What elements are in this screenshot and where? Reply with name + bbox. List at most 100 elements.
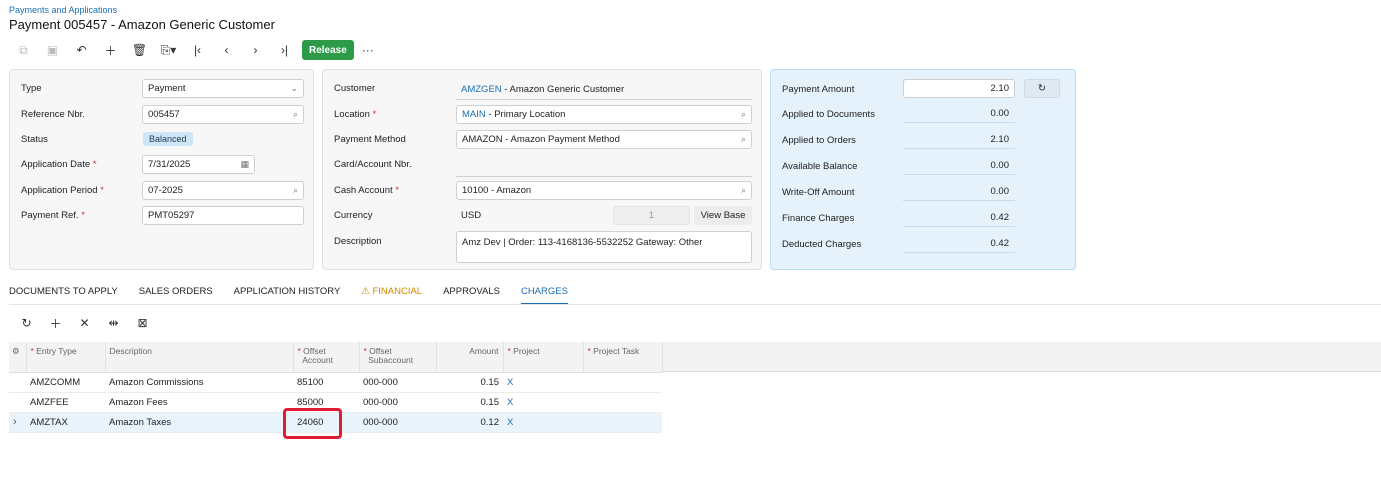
deducted-charges-label: Deducted Charges xyxy=(782,239,862,250)
previous-record-icon[interactable]: ‹ xyxy=(212,40,241,60)
payment-method-field[interactable]: AMAZON - Amazon Payment Method ⌕ xyxy=(456,130,752,149)
project-task-cell[interactable] xyxy=(583,392,662,413)
tab-divider xyxy=(9,304,1381,305)
last-record-icon[interactable]: ›| xyxy=(270,40,299,60)
first-record-icon[interactable]: |‹ xyxy=(183,40,212,60)
copy-icon[interactable]: ⧉ xyxy=(9,40,38,60)
currency-value: USD xyxy=(461,210,482,221)
offset-subaccount-cell[interactable]: 000-000 xyxy=(359,392,436,413)
applied-to-documents-label: Applied to Documents xyxy=(782,109,875,120)
entry-type-cell[interactable]: AMZCOMM xyxy=(26,372,105,393)
column-amount[interactable]: Amount xyxy=(436,342,504,373)
applied-to-orders-label: Applied to Orders xyxy=(782,135,856,146)
more-actions-icon[interactable]: ··· xyxy=(362,43,374,57)
column-project[interactable]: * Project xyxy=(503,342,584,373)
search-icon[interactable]: ⌕ xyxy=(293,109,298,120)
offset-account-cell[interactable]: 85100 xyxy=(293,372,359,393)
card-account-field[interactable] xyxy=(456,176,752,177)
save-icon[interactable]: ▣ xyxy=(38,40,67,60)
view-base-button[interactable]: View Base xyxy=(694,206,752,225)
column-offset-subaccount[interactable]: * Offset Subaccount xyxy=(359,342,437,373)
cash-account-field[interactable]: 10100 - Amazon ⌕ xyxy=(456,181,752,200)
project-cell[interactable]: X xyxy=(503,412,583,433)
fit-columns-icon[interactable]: ⇹ xyxy=(99,314,128,332)
offset-subaccount-cell[interactable]: 000-000 xyxy=(359,412,436,433)
summary-panel-middle: Customer AMZGEN - Amazon Generic Custome… xyxy=(322,69,762,270)
description-cell[interactable]: Amazon Fees xyxy=(105,392,293,413)
grid-toolbar: ↻ ＋ ✕ ⇹ ⊠ xyxy=(12,314,157,332)
column-offset-account[interactable]: * Offset Account xyxy=(293,342,360,373)
delete-row-icon[interactable]: ✕ xyxy=(70,314,99,332)
finance-charges-label: Finance Charges xyxy=(782,213,855,224)
column-project-task[interactable]: * Project Task xyxy=(583,342,663,373)
column-settings-icon[interactable]: ⚙ xyxy=(9,342,27,373)
status-badge: Balanced xyxy=(143,132,193,146)
description-cell[interactable]: Amazon Commissions xyxy=(105,372,293,393)
project-task-cell[interactable] xyxy=(583,412,662,433)
chevron-down-icon: ⌄ xyxy=(290,83,298,93)
location-label: Location xyxy=(334,109,376,120)
application-period-field[interactable]: 07-2025 ⌕ xyxy=(142,181,304,200)
search-icon[interactable]: ⌕ xyxy=(741,185,746,196)
add-row-icon[interactable]: ＋ xyxy=(41,314,70,332)
row-selector-chevron-icon[interactable]: › xyxy=(9,412,26,433)
export-excel-icon[interactable]: ⊠ xyxy=(128,314,157,332)
location-field[interactable]: MAIN - Primary Location ⌕ xyxy=(456,105,752,124)
payment-amount-field[interactable]: 2.10 xyxy=(903,79,1015,98)
offset-subaccount-cell[interactable]: 000-000 xyxy=(359,372,436,393)
description-label: Description xyxy=(334,236,382,247)
tab-sales-orders[interactable]: SALES ORDERS xyxy=(139,286,213,305)
clipboard-icon[interactable]: ⎘▾ xyxy=(154,40,183,60)
tab-financial[interactable]: ⚠ FINANCIAL xyxy=(361,286,422,305)
application-date-label: Application Date xyxy=(21,159,97,170)
status-label: Status xyxy=(21,134,48,145)
available-balance-value: 0.00 xyxy=(903,157,1015,175)
cash-account-label: Cash Account xyxy=(334,185,399,196)
tab-application-history[interactable]: APPLICATION HISTORY xyxy=(234,286,341,305)
customer-value[interactable]: AMZGEN - Amazon Generic Customer xyxy=(461,84,624,95)
search-icon[interactable]: ⌕ xyxy=(741,109,746,120)
breadcrumb[interactable]: Payments and Applications xyxy=(9,5,117,15)
type-label: Type xyxy=(21,83,42,94)
project-cell[interactable]: X xyxy=(503,372,583,393)
amount-cell[interactable]: 0.12 xyxy=(436,412,503,433)
tab-approvals[interactable]: APPROVALS xyxy=(443,286,500,305)
amount-cell[interactable]: 0.15 xyxy=(436,372,503,393)
description-field[interactable]: Amz Dev | Order: 113-4168136-5532252 Gat… xyxy=(456,231,752,263)
add-icon[interactable]: ＋ xyxy=(96,40,125,60)
warning-icon: ⚠ xyxy=(361,286,373,297)
reference-nbr-field[interactable]: 005457 ⌕ xyxy=(142,105,304,124)
search-icon[interactable]: ⌕ xyxy=(293,185,298,196)
delete-icon[interactable]: 🗑 xyxy=(125,40,154,60)
amount-cell[interactable]: 0.15 xyxy=(436,392,503,413)
page-title: Payment 005457 - Amazon Generic Customer xyxy=(9,17,275,32)
payment-method-label: Payment Method xyxy=(334,134,406,145)
column-description[interactable]: Description xyxy=(105,342,294,373)
refresh-amount-button[interactable]: ↻ xyxy=(1024,79,1060,98)
next-record-icon[interactable]: › xyxy=(241,40,270,60)
tab-documents-to-apply[interactable]: DOCUMENTS TO APPLY xyxy=(9,286,118,305)
summary-panel-amounts: Payment Amount 2.10 ↻ Applied to Documen… xyxy=(770,69,1076,270)
calendar-icon[interactable]: ▦ xyxy=(240,159,249,170)
description-cell[interactable]: Amazon Taxes xyxy=(105,412,293,433)
entry-type-cell[interactable]: AMZTAX xyxy=(26,412,105,433)
type-select[interactable]: Payment ⌄ xyxy=(142,79,304,98)
release-button[interactable]: Release xyxy=(302,40,354,60)
payment-ref-field[interactable]: PMT05297 xyxy=(142,206,304,225)
currency-label: Currency xyxy=(334,210,373,221)
applied-to-documents-value: 0.00 xyxy=(903,105,1015,123)
highlighted-offset-account-cell xyxy=(283,408,342,439)
table-row[interactable]: AMZCOMM Amazon Commissions 85100 000-000… xyxy=(9,372,662,393)
undo-icon[interactable]: ↶ xyxy=(67,40,96,60)
tab-charges[interactable]: CHARGES xyxy=(520,286,568,305)
application-date-field[interactable]: 7/31/2025 ▦ xyxy=(142,155,255,174)
project-task-cell[interactable] xyxy=(583,372,662,393)
reference-nbr-label: Reference Nbr. xyxy=(21,109,85,120)
refresh-icon[interactable]: ↻ xyxy=(12,314,41,332)
project-cell[interactable]: X xyxy=(503,392,583,413)
main-toolbar: ⧉ ▣ ↶ ＋ 🗑 ⎘▾ |‹ ‹ › ›| Release ··· xyxy=(9,40,374,60)
customer-label: Customer xyxy=(334,83,376,94)
entry-type-cell[interactable]: AMZFEE xyxy=(26,392,105,413)
search-icon[interactable]: ⌕ xyxy=(741,134,746,145)
column-entry-type[interactable]: * Entry Type xyxy=(26,342,106,373)
